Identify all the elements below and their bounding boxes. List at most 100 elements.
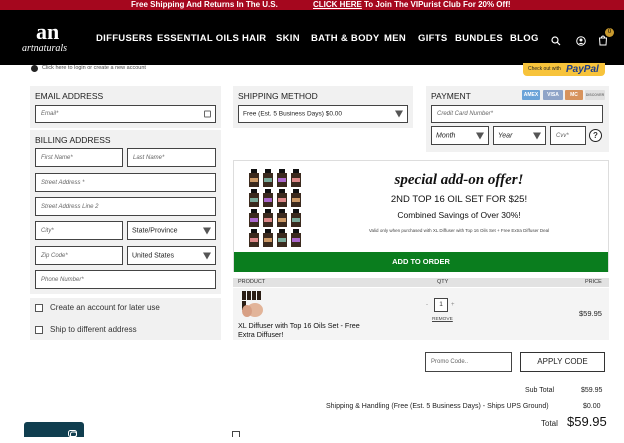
payment-title: PAYMENT <box>431 91 471 101</box>
nav-item-bundles[interactable]: BUNDLES <box>455 34 503 44</box>
cvv-help-icon[interactable]: ? <box>589 129 602 142</box>
nav-item-diffusers[interactable]: DIFFUSERS <box>96 34 153 44</box>
chat-icon <box>68 425 78 443</box>
apply-code-button[interactable]: APPLY CODE <box>520 352 605 372</box>
ship-different-checkbox[interactable] <box>35 326 43 334</box>
total-value: $59.95 <box>567 414 607 429</box>
payment-section: PAYMENT AMEX VISA MC DISCOVER Credit Car… <box>426 86 609 152</box>
ship-different-label: Ship to different address <box>50 325 137 334</box>
zip-input[interactable]: Zip Code* <box>35 246 123 265</box>
logo-text[interactable]: artnaturals <box>22 44 67 54</box>
billing-title: BILLING ADDRESS <box>35 135 111 145</box>
street-address-2-placeholder: Street Address Line 2 <box>41 203 99 210</box>
shipping-method-select[interactable]: Free (Est. 5 Business Days) $0.00 <box>238 105 408 123</box>
remove-item-link[interactable]: REMOVE <box>432 317 453 322</box>
oil-set-image <box>246 167 306 249</box>
phone-input[interactable]: Phone Number* <box>35 270 216 289</box>
table-row: XL Diffuser with Top 16 Oils Set - Free … <box>233 288 609 340</box>
first-name-placeholder: First Name* <box>41 154 73 161</box>
discover-card-icon: DISCOVER <box>585 90 605 100</box>
col-qty: QTY <box>437 279 449 285</box>
country-select[interactable]: United States <box>127 246 216 265</box>
col-price: PRICE <box>585 279 602 285</box>
chevron-down-icon <box>203 252 211 259</box>
promo-code-placeholder: Promo Code.. <box>431 359 469 365</box>
nav-item-skin[interactable]: SKIN <box>276 34 300 44</box>
create-account-label: Create an account for later use <box>50 303 160 312</box>
expiry-year-value: Year <box>498 132 513 139</box>
promo-code-input[interactable]: Promo Code.. <box>425 352 512 372</box>
expiry-month-select[interactable]: Month <box>431 126 489 145</box>
email-section: EMAIL ADDRESS Email* <box>30 86 221 128</box>
email-input[interactable]: Email* <box>35 105 216 123</box>
banner-link[interactable]: CLICK HERE <box>313 0 362 10</box>
expiry-month-value: Month <box>436 132 456 139</box>
street-address-2-input[interactable]: Street Address Line 2 <box>35 197 216 216</box>
banner-text: Free Shipping And Returns In The U.S. <box>131 0 278 9</box>
paypal-logo: PayPal <box>566 64 599 75</box>
subtotal-label: Sub Total <box>525 387 555 394</box>
offer-subhead: 2ND TOP 16 OIL SET FOR $25! <box>390 194 528 205</box>
chevron-down-icon <box>476 132 484 139</box>
offer-savings: Combined Savings of Over 30%! <box>397 210 521 220</box>
last-name-placeholder: Last Name* <box>133 154 165 161</box>
chat-widget[interactable] <box>24 422 84 438</box>
chevron-down-icon <box>533 132 541 139</box>
state-select-value: State/Province <box>132 227 178 234</box>
logo-mark[interactable]: an <box>36 21 59 43</box>
billing-section: BILLING ADDRESS First Name* Last Name* S… <box>30 130 221 294</box>
qty-increase-button[interactable]: + <box>451 302 455 308</box>
create-account-checkbox[interactable] <box>35 304 43 312</box>
shipping-title: SHIPPING METHOD <box>238 91 318 101</box>
street-address-input[interactable]: Street Address * <box>35 173 216 192</box>
email-placeholder: Email* <box>41 111 59 117</box>
main-nav: an artnaturals DIFFUSERS ESSENTIAL OILS … <box>0 10 624 65</box>
chevron-down-icon <box>203 227 211 234</box>
nav-item-hair[interactable]: HAIR <box>242 34 266 44</box>
zip-placeholder: Zip Code* <box>41 252 68 259</box>
qty-decrease-button[interactable]: - <box>426 302 428 308</box>
cart-item-price: $59.95 <box>579 309 602 318</box>
expiry-year-select[interactable]: Year <box>493 126 546 145</box>
street-address-placeholder: Street Address * <box>41 179 85 186</box>
state-select[interactable]: State/Province <box>127 221 216 240</box>
cvv-placeholder: Cvv* <box>556 132 569 139</box>
nav-item-blog[interactable]: BLOG <box>510 34 539 44</box>
credit-card-placeholder: Credit Card Number* <box>437 111 494 117</box>
nav-item-gifts[interactable]: GIFTS <box>418 34 447 44</box>
visa-card-icon: VISA <box>543 90 563 100</box>
banner-link-suffix: To Join The VIPurist Club For 20% Off! <box>364 0 511 9</box>
nav-item-bath-body[interactable]: BATH & BODY <box>311 34 380 44</box>
nav-item-men[interactable]: MEN <box>384 34 406 44</box>
first-name-input[interactable]: First Name* <box>35 148 123 167</box>
credit-card-input[interactable]: Credit Card Number* <box>431 105 603 123</box>
login-hint-icon <box>31 65 38 72</box>
shipping-section: SHIPPING METHOD Free (Est. 5 Business Da… <box>233 86 413 128</box>
qty-input[interactable]: 1 <box>434 298 448 312</box>
newsletter-checkbox[interactable] <box>232 431 240 437</box>
nav-item-essential-oils[interactable]: ESSENTIAL OILS <box>157 34 239 44</box>
promo-banner: Free Shipping And Returns In The U.S. CL… <box>0 0 624 10</box>
product-thumbnail <box>238 289 268 319</box>
col-product: PRODUCT <box>238 279 266 285</box>
city-placeholder: City* <box>41 227 54 234</box>
city-input[interactable]: City* <box>35 221 123 240</box>
add-to-order-button[interactable]: ADD TO ORDER <box>234 252 608 272</box>
search-icon[interactable] <box>551 33 561 51</box>
phone-placeholder: Phone Number* <box>41 276 84 283</box>
country-select-value: United States <box>132 252 175 259</box>
shipping-method-value: Free (Est. 5 Business Days) $0.00 <box>243 110 342 118</box>
chevron-down-icon <box>395 110 403 118</box>
paypal-prefix: Check out with <box>528 66 561 72</box>
last-name-input[interactable]: Last Name* <box>127 148 216 167</box>
login-hint-link[interactable]: Click here to login or create a new acco… <box>42 65 146 72</box>
cvv-input[interactable]: Cvv* <box>550 126 586 145</box>
shipping-label: Shipping & Handling (Free (Est. 5 Busine… <box>326 403 549 410</box>
special-offer-panel: special add-on offer! 2ND TOP 16 OIL SET… <box>233 160 609 272</box>
paypal-checkout-button[interactable]: Check out with PayPal <box>523 63 605 76</box>
shipping-value: $0.00 <box>583 403 601 410</box>
account-icon[interactable] <box>576 33 586 51</box>
autofill-icon[interactable] <box>204 110 211 118</box>
account-options: Create an account for later use Ship to … <box>30 298 221 340</box>
cart-item-name: XL Diffuser with Top 16 Oils Set - Free … <box>238 321 360 339</box>
